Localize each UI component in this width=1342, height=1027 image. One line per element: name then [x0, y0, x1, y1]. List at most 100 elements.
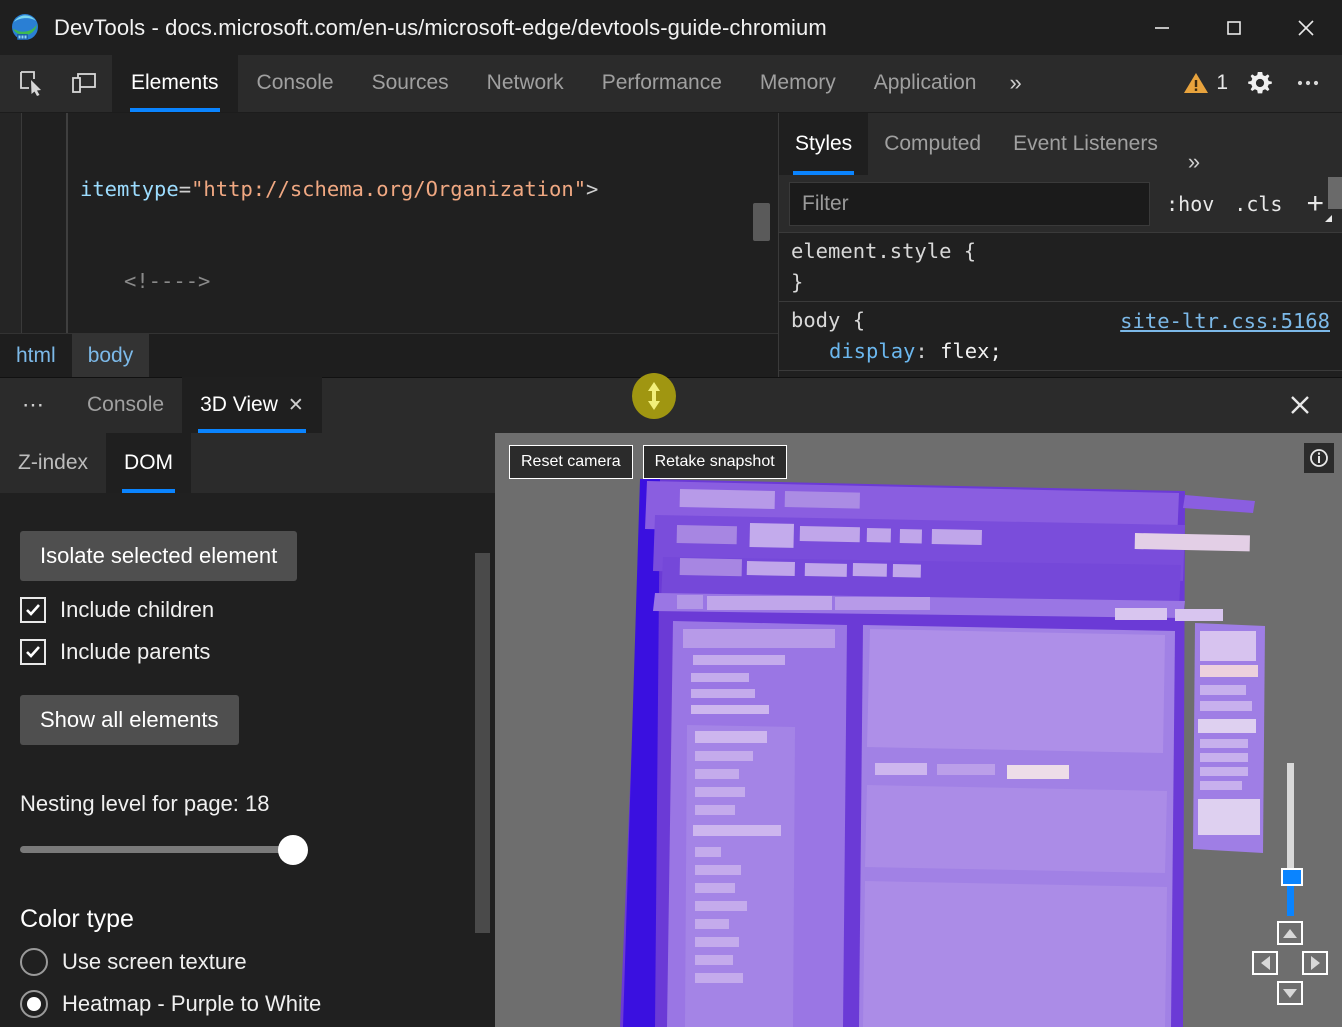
window-controls [1126, 0, 1342, 55]
radio-heatmap-purple-to-white[interactable] [20, 990, 48, 1018]
warning-triangle-icon [1183, 70, 1209, 96]
three-d-view-sidebar: Z-index DOM Isolate selected element Inc… [0, 433, 495, 1027]
inspect-element-icon[interactable] [10, 61, 54, 105]
tab-application[interactable]: Application [855, 54, 996, 112]
warning-badge[interactable]: 1 [1177, 70, 1234, 96]
info-icon[interactable] [1304, 443, 1334, 473]
css-rule-closer: } [791, 267, 1332, 298]
css-source-link[interactable]: site-ltr.css:5168 [1120, 306, 1330, 337]
radio-use-screen-texture[interactable] [20, 948, 48, 976]
tab-label: Event Listeners [1013, 132, 1158, 156]
tab-styles[interactable]: Styles [779, 113, 868, 175]
gear-icon[interactable] [1238, 61, 1282, 105]
slider-thumb[interactable] [278, 835, 308, 865]
close-drawer-button[interactable] [1272, 377, 1328, 433]
checkbox-include-children[interactable] [20, 597, 46, 623]
window-title: DevTools - docs.microsoft.com/en-us/micr… [54, 15, 827, 41]
styles-scrollbar[interactable] [1328, 177, 1342, 209]
arrow-left-icon[interactable] [1252, 951, 1278, 975]
comment-text: <!----> [124, 269, 210, 293]
arrow-right-icon[interactable] [1302, 951, 1328, 975]
more-tabs-icon[interactable]: » [995, 54, 1035, 112]
css-declaration[interactable]: display: flex; [791, 336, 1332, 367]
elements-scrollbar[interactable] [753, 203, 770, 241]
include-children-row[interactable]: Include children [20, 597, 495, 623]
breadcrumb-item-html[interactable]: html [0, 334, 72, 378]
caret-icon [1325, 215, 1332, 222]
tab-label: 3D View [200, 393, 278, 417]
tab-label: Application [874, 71, 977, 95]
dom-source: itemtype="http://schema.org/Organization… [80, 113, 752, 333]
three-d-view-canvas[interactable]: Reset camera Retake snapshot [495, 433, 1342, 1027]
css-property: display [829, 339, 915, 363]
include-children-label: Include children [60, 597, 214, 623]
hov-toggle-button[interactable]: :hov [1162, 188, 1218, 220]
dom-layers-render [495, 433, 1342, 1027]
css-rule-element-style[interactable]: element.style { } [779, 233, 1342, 302]
canvas-toolbar: Reset camera Retake snapshot [509, 445, 787, 479]
nesting-level-slider[interactable] [20, 835, 310, 865]
tab-performance[interactable]: Performance [583, 54, 741, 112]
tree-gutter [0, 113, 22, 333]
tab-dom[interactable]: DOM [106, 433, 191, 493]
color-option-purple-white[interactable]: Heatmap - Purple to White [20, 990, 495, 1018]
css-rule-body[interactable]: body { site-ltr.css:5168 display: flex; [779, 302, 1342, 371]
styles-panel: Styles Computed Event Listeners » :hov .… [778, 113, 1342, 377]
breadcrumb: html body [0, 333, 778, 377]
styles-filter-row: :hov .cls + [779, 175, 1342, 233]
plus-icon: + [1306, 187, 1324, 220]
styles-more-tabs-icon[interactable]: » [1174, 149, 1214, 175]
styles-filter-input[interactable] [789, 182, 1150, 226]
arrow-down-icon[interactable] [1277, 981, 1303, 1005]
arrow-up-icon[interactable] [1277, 921, 1303, 945]
tab-console[interactable]: Console [238, 54, 353, 112]
checkbox-include-parents[interactable] [20, 639, 46, 665]
toolbar-right-group: 1 [1177, 54, 1330, 112]
include-parents-row[interactable]: Include parents [20, 639, 495, 665]
three-d-view-controls: Isolate selected element Include childre… [0, 493, 495, 1027]
zoom-thumb[interactable] [1281, 868, 1303, 886]
tab-label: Sources [372, 71, 449, 95]
tab-computed[interactable]: Computed [868, 113, 997, 175]
maximize-button[interactable] [1198, 0, 1270, 55]
sidebar-scrollbar[interactable] [475, 553, 490, 933]
reset-camera-button[interactable]: Reset camera [509, 445, 633, 479]
attr-value: "http://schema.org/Organization" [191, 177, 586, 201]
warning-count: 1 [1216, 71, 1228, 95]
tab-label: Z-index [18, 451, 88, 475]
drawer-tab-console[interactable]: Console [69, 377, 182, 433]
tab-z-index[interactable]: Z-index [0, 433, 106, 493]
show-all-elements-button[interactable]: Show all elements [20, 695, 239, 745]
tab-event-listeners[interactable]: Event Listeners [997, 113, 1174, 175]
close-button[interactable] [1270, 0, 1342, 55]
zoom-slider[interactable] [1286, 763, 1296, 903]
tab-elements[interactable]: Elements [112, 54, 238, 112]
tab-memory[interactable]: Memory [741, 54, 855, 112]
drawer-tab-3d-view[interactable]: 3D View ✕ [182, 377, 322, 433]
minimize-button[interactable] [1126, 0, 1198, 55]
slider-track [20, 846, 295, 853]
retake-snapshot-button[interactable]: Retake snapshot [643, 445, 787, 479]
dom-line-comment-1[interactable]: <!----> [80, 266, 752, 297]
tab-label: Memory [760, 71, 836, 95]
more-tools-icon[interactable]: ⋯ [0, 377, 69, 433]
tab-network[interactable]: Network [468, 54, 583, 112]
dom-line-itemtype[interactable]: itemtype="http://schema.org/Organization… [80, 174, 752, 205]
vertical-resize-icon[interactable] [632, 373, 676, 419]
elements-dom-tree[interactable]: itemtype="http://schema.org/Organization… [0, 113, 778, 333]
panel-tabs: Elements Console Sources Network Perform… [112, 54, 1036, 112]
new-style-rule-button[interactable]: + [1298, 189, 1332, 219]
css-value: flex; [940, 339, 1002, 363]
color-option-screen-texture[interactable]: Use screen texture [20, 948, 495, 976]
edge-logo-icon [10, 13, 40, 43]
breadcrumb-item-body[interactable]: body [72, 334, 150, 378]
more-options-icon[interactable] [1286, 61, 1330, 105]
cls-toggle-button[interactable]: .cls [1230, 188, 1286, 220]
tab-sources[interactable]: Sources [353, 54, 468, 112]
close-icon[interactable]: ✕ [288, 394, 304, 417]
isolate-selected-element-button[interactable]: Isolate selected element [20, 531, 297, 581]
pan-controls [1252, 921, 1328, 1005]
radio-label: Use screen texture [62, 949, 247, 975]
tab-label: Computed [884, 132, 981, 156]
device-toolbar-icon[interactable] [62, 61, 106, 105]
